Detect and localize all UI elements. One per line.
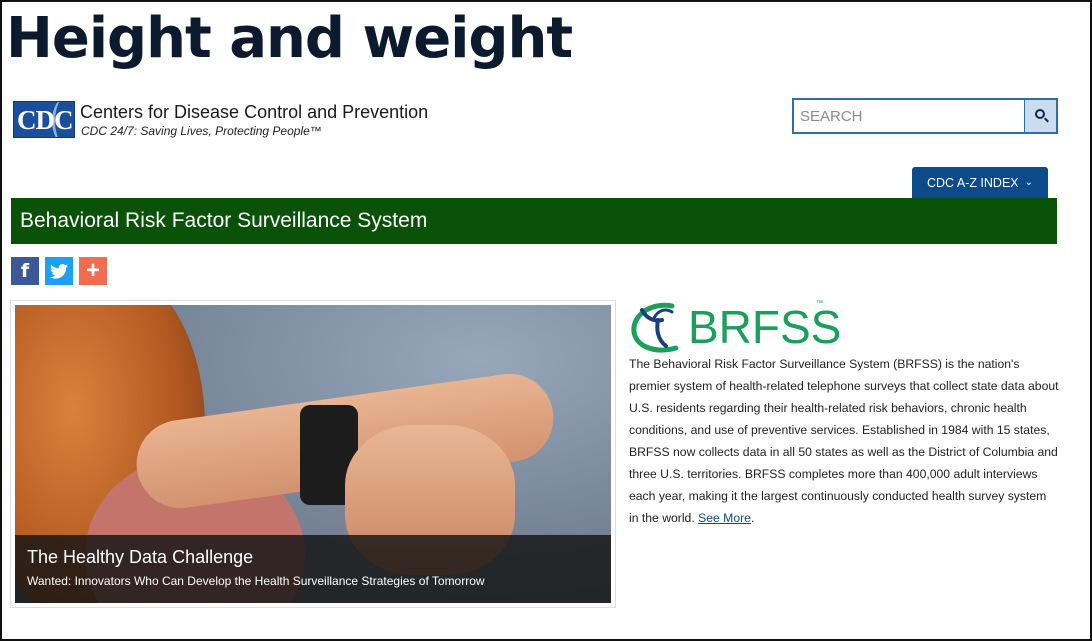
org-name[interactable]: Centers for Disease Control and Preventi… — [80, 102, 428, 123]
hero-title[interactable]: The Healthy Data Challenge — [27, 547, 599, 568]
hero-image: The Healthy Data Challenge Wanted: Innov… — [15, 305, 611, 603]
chevron-down-icon: ⌄ — [1024, 177, 1034, 188]
hero-caption: The Healthy Data Challenge Wanted: Innov… — [15, 535, 611, 603]
twitter-bird-icon — [50, 263, 68, 279]
banner-title[interactable]: Behavioral Risk Factor Surveillance Syst… — [20, 209, 427, 233]
cdc-logo-swoosh — [52, 102, 74, 137]
hero-card[interactable]: The Healthy Data Challenge Wanted: Innov… — [10, 300, 616, 608]
az-index-label: CDC A-Z INDEX — [926, 175, 1019, 190]
facebook-icon[interactable]: f — [11, 257, 39, 285]
plus-icon[interactable]: + — [79, 257, 107, 285]
org-tagline: CDC 24/7: Saving Lives, Protecting Peopl… — [81, 124, 322, 138]
social-share-bar: f + — [11, 257, 107, 285]
brfss-description-period: . — [750, 511, 755, 525]
brfss-logo: BRFSS ™ — [628, 298, 841, 356]
az-index-button[interactable]: CDC A-Z INDEX ⌄ — [912, 167, 1048, 198]
brfss-trademark: ™ — [816, 300, 823, 307]
brfss-wordmark: BRFSS — [688, 301, 842, 353]
cdc-logo[interactable]: CDC — [13, 101, 75, 138]
see-more-link[interactable]: See More — [698, 511, 751, 525]
brfss-leaf-icon — [631, 302, 679, 353]
search-input[interactable] — [794, 100, 1024, 132]
brfss-description-text: The Behavioral Risk Factor Surveillance … — [629, 357, 1059, 525]
hero-subtitle: Wanted: Innovators Who Can Develop the H… — [27, 574, 485, 588]
twitter-icon[interactable] — [45, 257, 73, 285]
search-bar — [792, 98, 1058, 134]
brfss-description: The Behavioral Risk Factor Surveillance … — [629, 353, 1059, 529]
site-banner: Behavioral Risk Factor Surveillance Syst… — [11, 198, 1057, 244]
search-icon — [1035, 109, 1045, 119]
page-title: Height and weight — [6, 6, 573, 71]
search-button[interactable] — [1024, 100, 1056, 132]
